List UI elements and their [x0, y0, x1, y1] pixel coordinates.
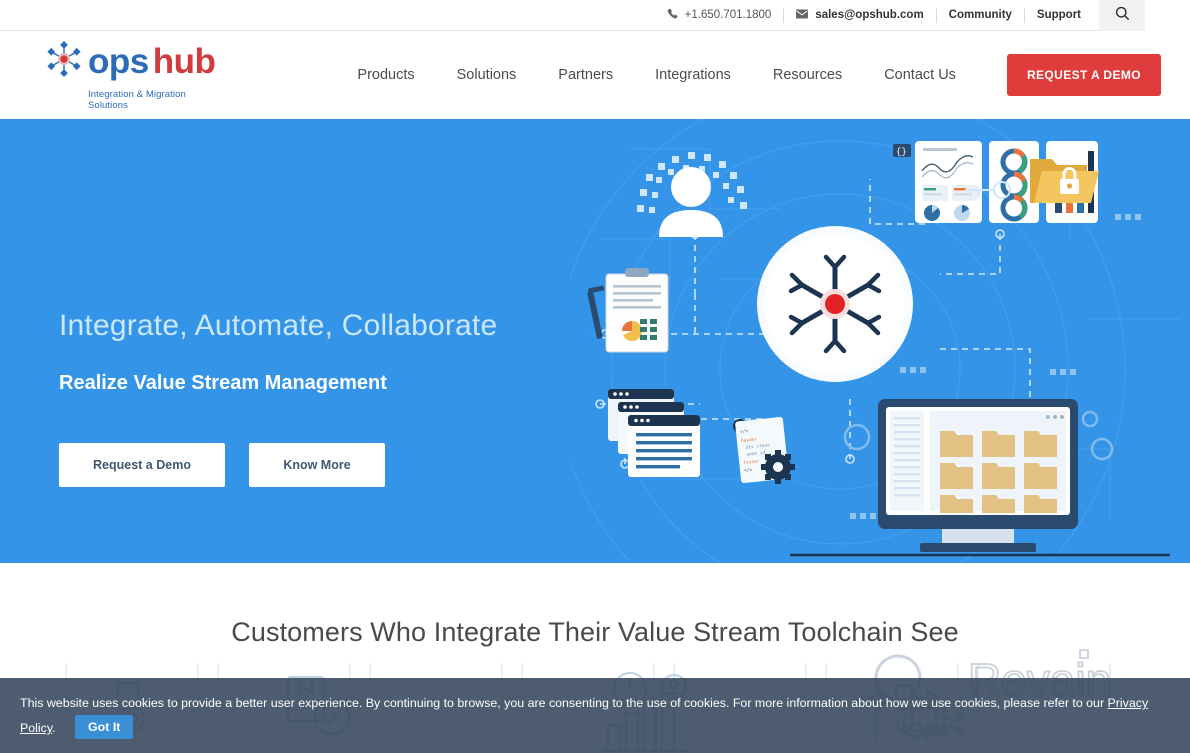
- main-navigation: ops hub Integration & Migration Solution…: [0, 31, 1190, 119]
- support-link-wrap[interactable]: Support: [1025, 0, 1093, 31]
- community-link[interactable]: Community: [949, 9, 1012, 21]
- svg-text:{}: {}: [896, 147, 907, 157]
- cookie-message: This website uses cookies to provide a b…: [20, 692, 1170, 740]
- analytics-dashboard-icon: {}: [893, 141, 982, 223]
- logo-text-hub: hub: [152, 42, 216, 81]
- search-button[interactable]: [1099, 0, 1145, 31]
- logo[interactable]: ops hub Integration & Migration Solution…: [44, 39, 226, 111]
- phone-contact[interactable]: +1.650.701.1800: [655, 0, 784, 31]
- svg-text:</>: </>: [740, 428, 749, 435]
- phone-icon: [667, 8, 678, 22]
- report-clipboard-icon: [587, 268, 669, 353]
- logo-tagline: Integration & Migration Solutions: [88, 89, 186, 111]
- hub-network-icon: [757, 226, 913, 382]
- svg-text:</>: </>: [744, 467, 753, 474]
- hero-section: {} </> header div class span id footer <…: [0, 119, 1190, 563]
- topbar-spacer: [1145, 0, 1190, 31]
- hero-content: Integrate, Automate, Collaborate Realize…: [59, 309, 497, 487]
- search-icon: [1115, 6, 1130, 24]
- hero-buttons: Request a Demo Know More: [59, 443, 497, 487]
- email-contact[interactable]: sales@opshub.com: [784, 0, 935, 31]
- gear-icon: [761, 450, 795, 484]
- nav-item-integrations[interactable]: Integrations: [634, 67, 752, 83]
- code-gear-document-icon: </> header div class span id footer </>: [733, 416, 795, 484]
- customers-heading: Customers Who Integrate Their Value Stre…: [231, 617, 959, 647]
- hero-know-more-button[interactable]: Know More: [249, 443, 385, 487]
- logo-text-ops: ops: [88, 42, 149, 81]
- hero-subheadline: Realize Value Stream Management: [59, 372, 387, 394]
- cookie-consent-banner: This website uses cookies to provide a b…: [0, 678, 1190, 753]
- envelope-icon: [796, 9, 809, 22]
- nav-links: Products Solutions Partners Integrations…: [336, 54, 1161, 96]
- cookie-message-text: This website uses cookies to provide a b…: [20, 696, 1105, 710]
- hero-illustration: {} </> header div class span id footer <…: [570, 119, 1180, 563]
- hero-headline: Integrate, Automate, Collaborate: [59, 309, 498, 342]
- cookie-message-end: .: [52, 721, 56, 735]
- nav-item-partners[interactable]: Partners: [537, 67, 634, 83]
- nav-item-contact-us[interactable]: Contact Us: [863, 67, 977, 83]
- email-address[interactable]: sales@opshub.com: [815, 9, 923, 21]
- monitor-folders-icon: [790, 399, 1170, 557]
- user-avatar-icon: [637, 152, 747, 237]
- support-link[interactable]: Support: [1037, 9, 1081, 21]
- nav-item-products[interactable]: Products: [336, 67, 435, 83]
- community-link-wrap[interactable]: Community: [937, 0, 1024, 31]
- hero-request-demo-button[interactable]: Request a Demo: [59, 443, 225, 487]
- got-it-button[interactable]: Got It: [75, 715, 134, 739]
- request-demo-button[interactable]: REQUEST A DEMO: [1006, 54, 1161, 96]
- hub-network-icon: [44, 39, 84, 84]
- nav-item-solutions[interactable]: Solutions: [436, 67, 538, 83]
- top-utility-bar: +1.650.701.1800 sales@opshub.com Communi…: [0, 0, 1190, 31]
- nav-item-resources[interactable]: Resources: [752, 67, 863, 83]
- phone-number: +1.650.701.1800: [684, 9, 772, 21]
